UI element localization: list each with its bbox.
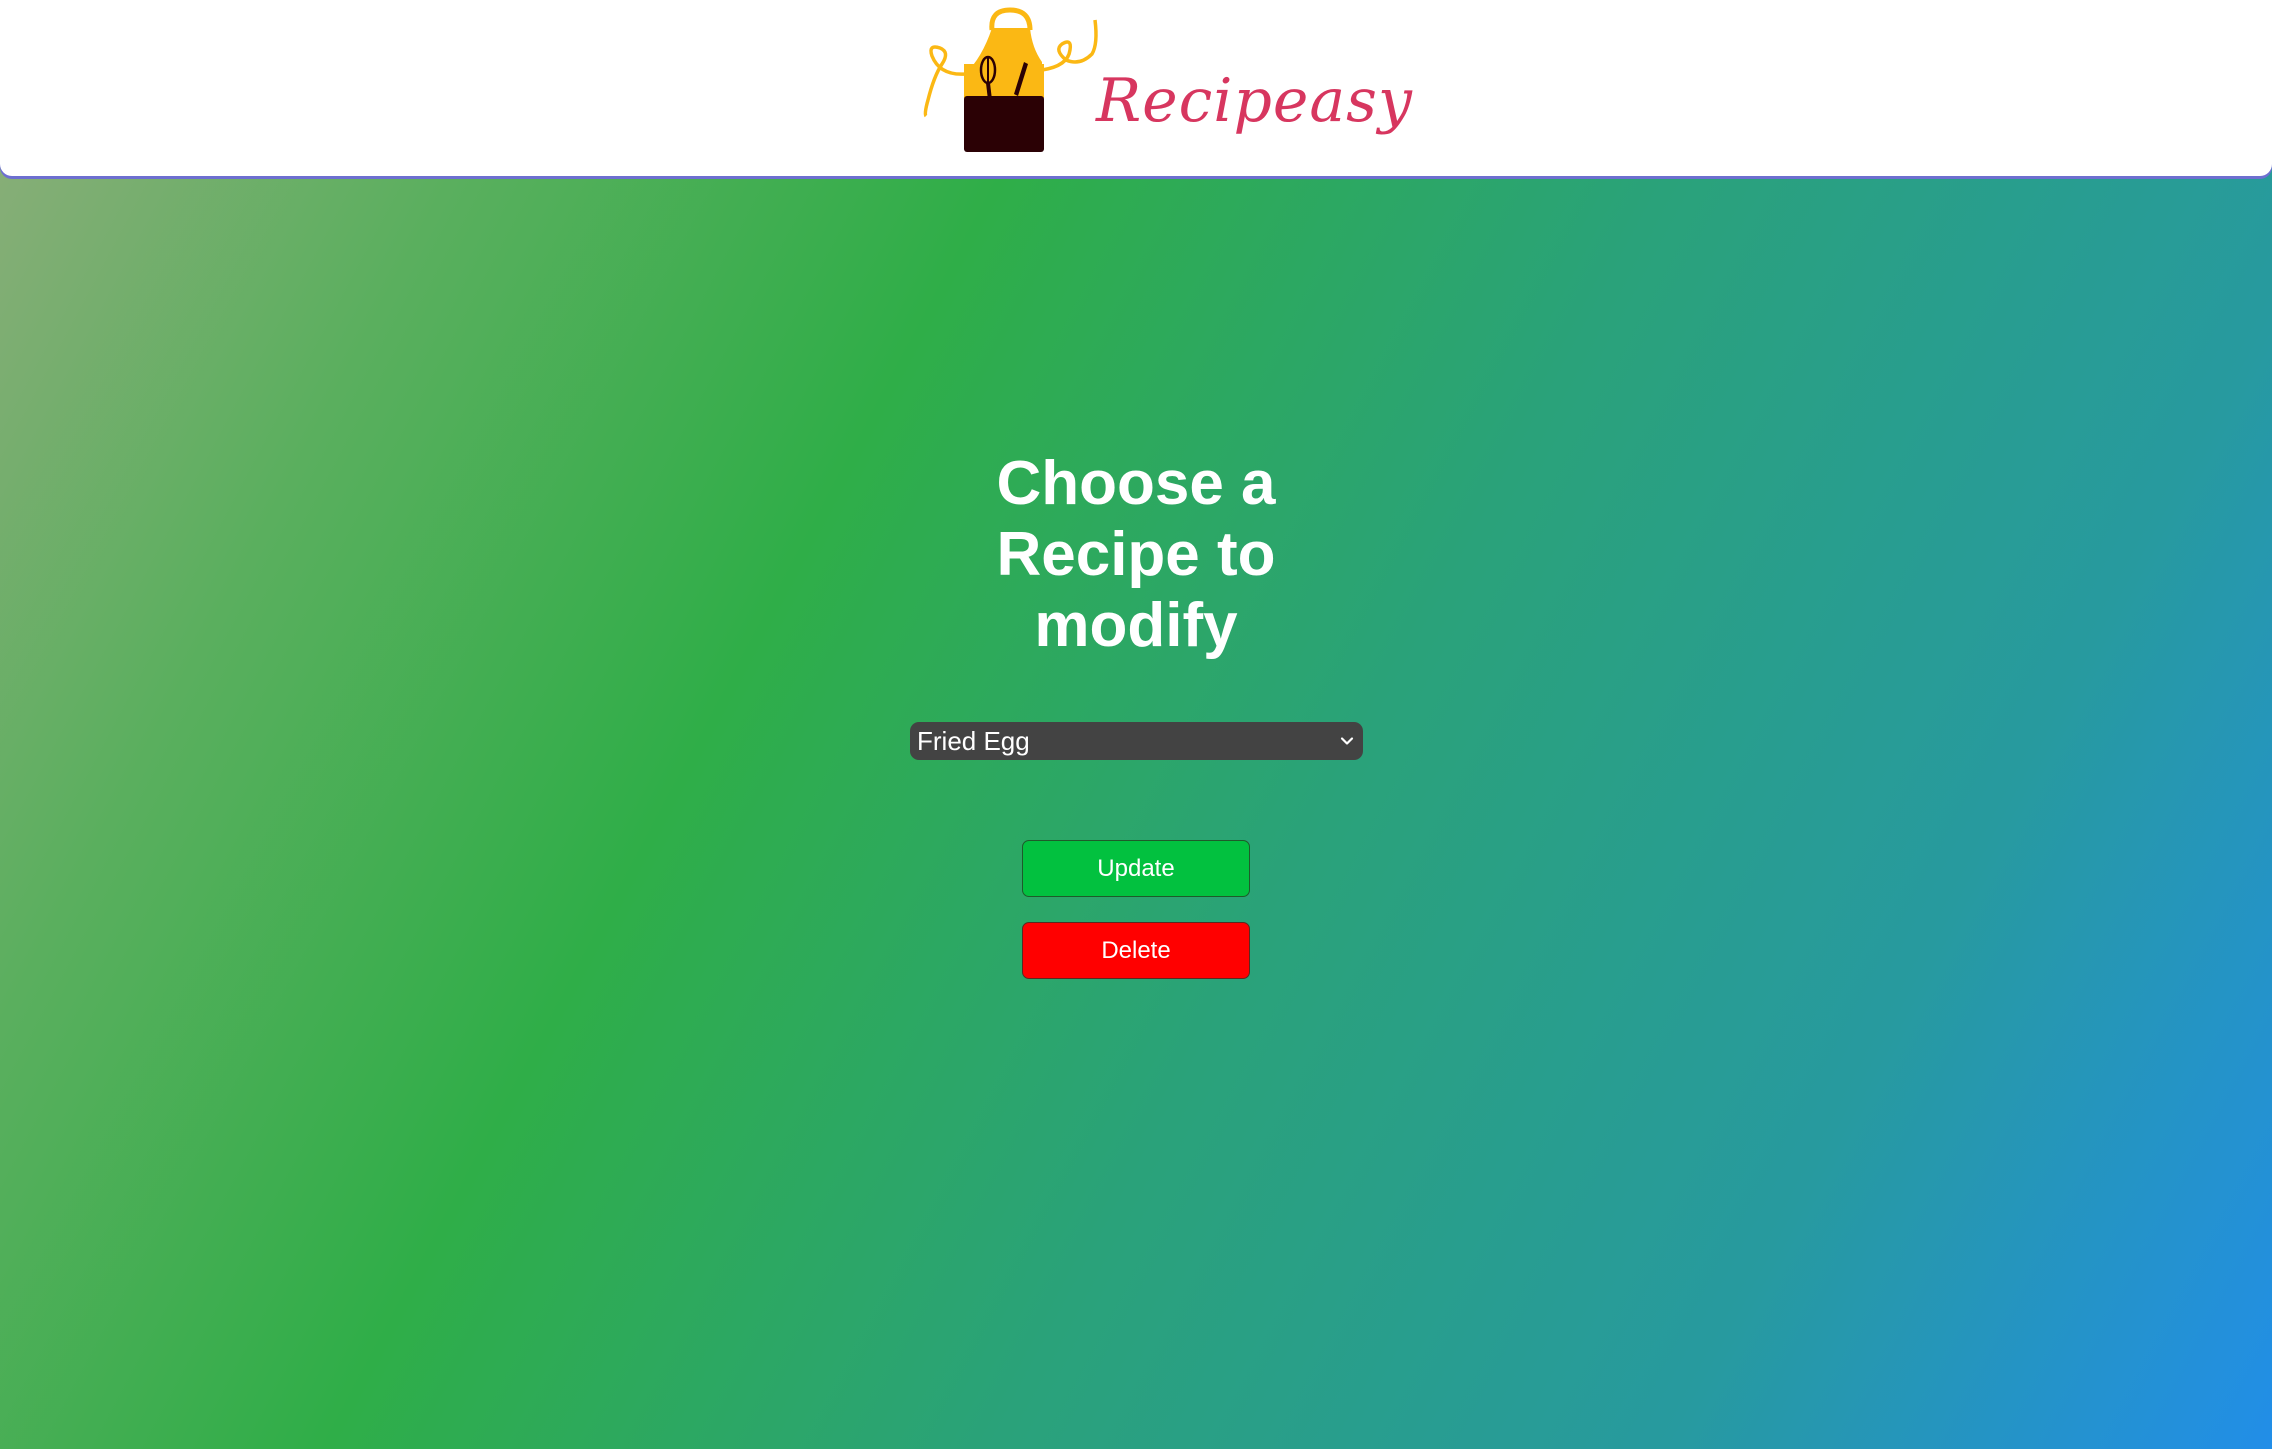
site-header: Recipeasy	[0, 0, 2272, 176]
modify-recipe-panel: Choose a Recipe to modify Fried Egg Upda…	[0, 176, 2272, 1449]
brand-name: Recipeasy	[1096, 66, 1413, 136]
update-button[interactable]: Update	[1022, 840, 1250, 897]
recipe-select-value: Fried Egg	[917, 726, 1030, 756]
delete-button[interactable]: Delete	[1022, 922, 1250, 979]
apron-icon	[923, 7, 1098, 152]
chevron-down-icon	[1340, 737, 1354, 745]
page-title: Choose a Recipe to modify	[996, 449, 1276, 660]
brand-logo-link[interactable]: Recipeasy	[920, 4, 1412, 154]
recipe-select[interactable]: Fried Egg	[910, 722, 1363, 760]
